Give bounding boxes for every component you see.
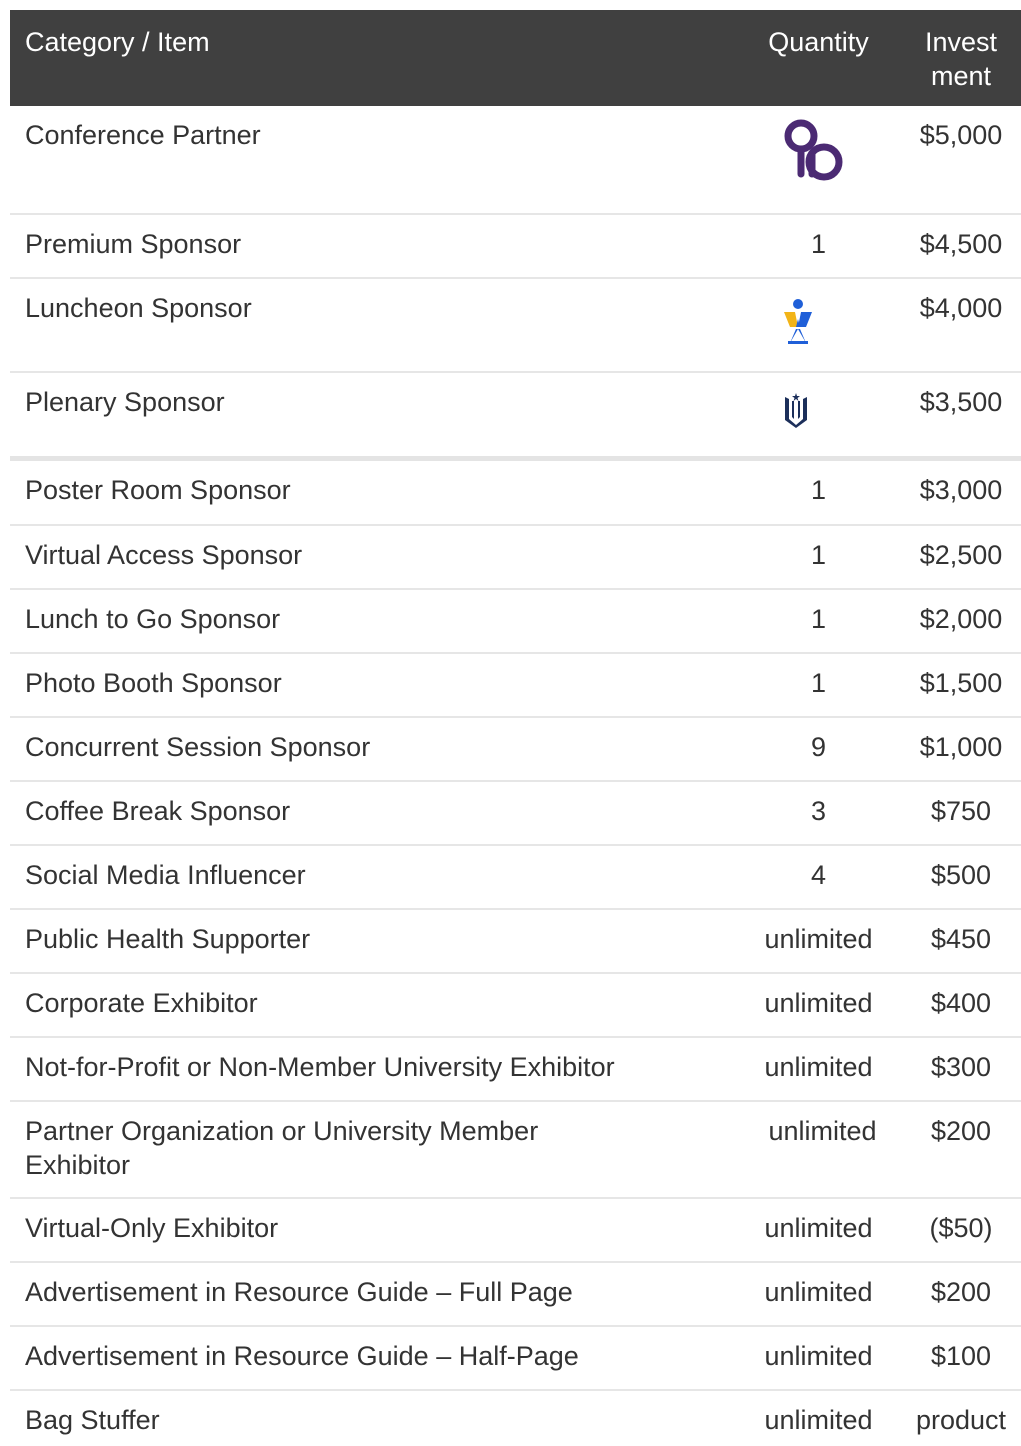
row-item: Partner Organization or University Membe… [10, 1100, 726, 1198]
table-row: Virtual-Only Exhibitor unlimited ($50) [10, 1197, 1021, 1262]
sponsorship-table-container: Category / Item Quantity Invest ment Con… [10, 10, 1021, 1446]
row-quantity: unlimited [726, 1100, 891, 1198]
row-quantity: 1 [726, 213, 891, 278]
row-item: Social Media Influencer [10, 844, 726, 909]
row-item: Photo Booth Sponsor [10, 652, 726, 717]
row-quantity: 3 [726, 780, 891, 845]
row-investment: $300 [891, 1036, 1021, 1101]
table-row: Coffee Break Sponsor 3 $750 [10, 780, 1021, 845]
table-row: Lunch to Go Sponsor 1 $2,000 [10, 588, 1021, 653]
row-quantity: 4 [726, 844, 891, 909]
row-item: Poster Room Sponsor [10, 455, 726, 525]
row-investment: $3,000 [891, 455, 1021, 525]
table-header: Category / Item Quantity Invest ment [10, 10, 1021, 106]
row-item: Bag Stuffer [10, 1389, 726, 1446]
row-item: Advertisement in Resource Guide – Half-P… [10, 1325, 726, 1390]
table-row: Partner Organization or University Membe… [10, 1100, 1021, 1198]
row-quantity: unlimited [726, 972, 891, 1037]
row-investment: product [891, 1389, 1021, 1446]
row-investment: $5,000 [919, 120, 1003, 150]
table-row: Social Media Influencer 4 $500 [10, 844, 1021, 909]
row-item: Advertisement in Resource Guide – Full P… [10, 1261, 726, 1326]
header-investment-label: Invest ment [924, 27, 998, 91]
university-shield-logo-icon [785, 393, 807, 428]
row-item: Coffee Break Sponsor [10, 780, 726, 845]
table-row: Concurrent Session Sponsor 9 $1,000 [10, 716, 1021, 781]
row-investment: $2,000 [891, 588, 1021, 653]
header-investment: Invest ment [891, 10, 1021, 106]
table-row: Poster Room Sponsor 1 $3,000 [10, 455, 1021, 525]
table-row: Luncheon Sponsor $4,000 [10, 277, 1021, 372]
table-row: Corporate Exhibitor unlimited $400 [10, 972, 1021, 1037]
row-investment: $100 [891, 1325, 1021, 1390]
row-item: Virtual Access Sponsor [10, 524, 726, 589]
row-item: Corporate Exhibitor [10, 972, 726, 1037]
row-quantity: 1 [726, 524, 891, 589]
row-item: Public Health Supporter [10, 908, 726, 973]
row-investment: $1,000 [891, 716, 1021, 781]
table-row: Premium Sponsor 1 $4,500 [10, 213, 1021, 278]
row-quantity: unlimited [726, 1389, 891, 1446]
row-investment: $2,500 [891, 524, 1021, 589]
row-quantity: unlimited [726, 1261, 891, 1326]
table-row: Bag Stuffer unlimited product [10, 1389, 1021, 1446]
table-row: Public Health Supporter unlimited $450 [10, 908, 1021, 973]
row-quantity [726, 277, 891, 372]
row-investment: $450 [891, 908, 1021, 973]
table-row: Plenary Sponsor $3,500 [10, 371, 1021, 458]
table-row: Not-for-Profit or Non-Member University … [10, 1036, 1021, 1101]
table-row: Photo Booth Sponsor 1 $1,500 [10, 652, 1021, 717]
table-row: Advertisement in Resource Guide – Full P… [10, 1261, 1021, 1326]
row-quantity: unlimited [726, 1325, 891, 1390]
row-investment: $4,000 [891, 277, 1021, 372]
row-investment: $3,500 [891, 371, 1021, 458]
partner-logo-icon [784, 119, 843, 181]
table-row: Virtual Access Sponsor 1 $2,500 [10, 524, 1021, 589]
sponsorship-table: Category / Item Quantity Invest ment Con… [10, 10, 1021, 1446]
row-investment: $400 [891, 972, 1021, 1037]
row-item: Lunch to Go Sponsor [10, 588, 726, 653]
row-item: Not-for-Profit or Non-Member University … [10, 1036, 726, 1101]
row-quantity: 1 [726, 652, 891, 717]
row-item: Virtual-Only Exhibitor [10, 1197, 726, 1262]
table-row: Advertisement in Resource Guide – Half-P… [10, 1325, 1021, 1390]
header-row: Category / Item Quantity Invest ment [10, 10, 1021, 106]
table-row: Conference Partner $5,000 [10, 106, 1021, 214]
table-body: Conference Partner $5,000 Premium Sponso… [10, 106, 1021, 1446]
row-item: Plenary Sponsor [10, 371, 726, 458]
row-investment: $200 [891, 1100, 1021, 1198]
row-item: Premium Sponsor [10, 213, 726, 278]
sponsor-figure-logo-icon [784, 299, 812, 344]
row-investment: $750 [891, 780, 1021, 845]
header-category-item: Category / Item [10, 10, 726, 106]
row-quantity [726, 371, 891, 458]
row-quantity: 1 [726, 588, 891, 653]
row-quantity: unlimited [726, 908, 891, 973]
row-quantity: unlimited [726, 1036, 891, 1101]
row-investment: ($50) [891, 1197, 1021, 1262]
row-investment: $200 [891, 1261, 1021, 1326]
row-investment: $4,500 [891, 213, 1021, 278]
row-item: Conference Partner [25, 120, 261, 150]
row-quantity: 9 [726, 716, 891, 781]
row-quantity: 1 [726, 455, 891, 525]
row-investment: $500 [891, 844, 1021, 909]
row-item: Luncheon Sponsor [10, 277, 726, 372]
row-investment: $1,500 [891, 652, 1021, 717]
row-quantity: unlimited [726, 1197, 891, 1262]
row-quantity [726, 106, 891, 214]
row-item: Concurrent Session Sponsor [10, 716, 726, 781]
header-quantity: Quantity [726, 10, 891, 106]
